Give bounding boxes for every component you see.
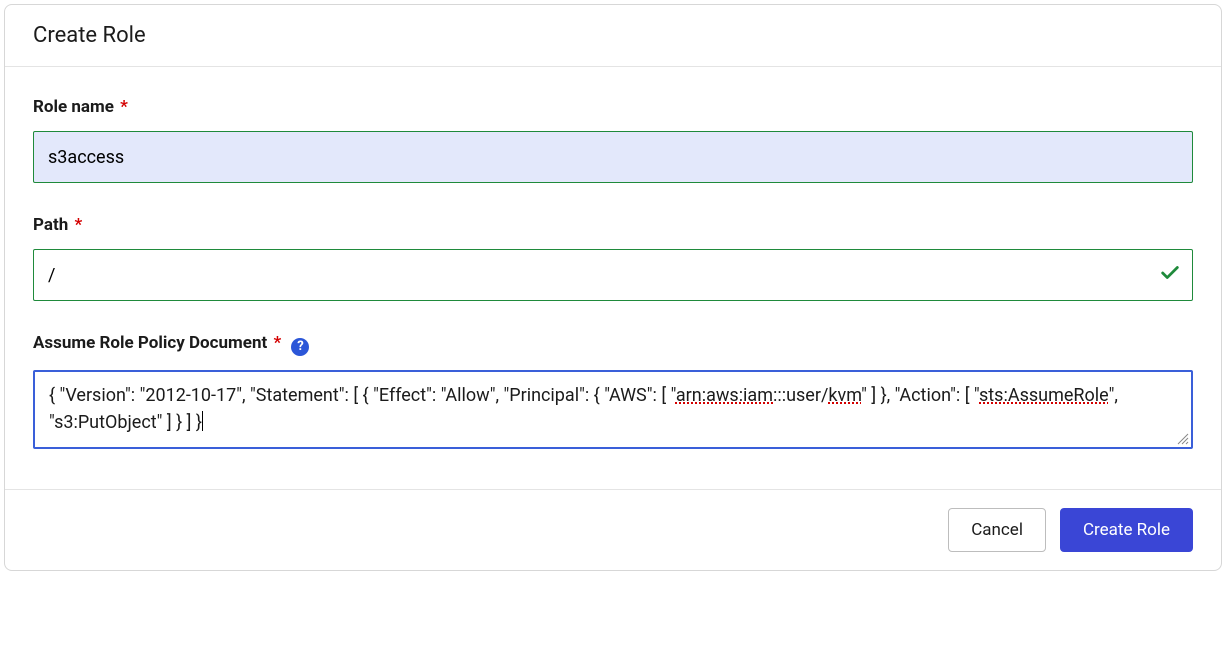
cancel-button[interactable]: Cancel — [948, 508, 1046, 552]
required-marker: * — [120, 97, 128, 117]
resize-grip-icon — [1177, 433, 1189, 445]
policy-text-seg: :::user/ — [773, 385, 828, 406]
path-label: Path * — [33, 215, 1193, 235]
role-name-label-text: Role name — [33, 97, 114, 117]
create-role-modal: Create Role Role name * Path * — [4, 4, 1222, 571]
modal-footer: Cancel Create Role — [5, 489, 1221, 570]
path-input[interactable] — [33, 249, 1193, 301]
policy-label: Assume Role Policy Document * ? — [33, 333, 1193, 356]
policy-document-textarea[interactable]: { "Version": "2012-10-17", "Statement": … — [33, 370, 1193, 450]
help-icon[interactable]: ? — [291, 338, 309, 356]
path-input-wrap — [33, 249, 1193, 301]
path-label-text: Path — [33, 215, 68, 235]
create-role-button[interactable]: Create Role — [1060, 508, 1193, 552]
policy-text-seg: { "Version": "2012-10-17", "Statement": … — [49, 385, 676, 406]
policy-text-misspell: arn:aws:iam — [676, 385, 773, 406]
path-group: Path * — [33, 215, 1193, 301]
modal-body: Role name * Path * Assume Role Policy Do… — [5, 67, 1221, 489]
modal-header: Create Role — [5, 5, 1221, 67]
checkmark-icon — [1159, 262, 1181, 288]
required-marker: * — [273, 333, 281, 353]
role-name-label: Role name * — [33, 97, 1193, 117]
role-name-group: Role name * — [33, 97, 1193, 183]
policy-group: Assume Role Policy Document * ? { "Versi… — [33, 333, 1193, 449]
role-name-input[interactable] — [33, 131, 1193, 183]
policy-label-text: Assume Role Policy Document — [33, 333, 267, 353]
policy-text-seg: " ] }, "Action": [ " — [861, 385, 979, 406]
policy-text-misspell: sts:AssumeRole — [979, 385, 1109, 406]
required-marker: * — [74, 215, 82, 235]
role-name-input-wrap — [33, 131, 1193, 183]
text-cursor — [202, 411, 203, 431]
policy-text-misspell: kvm — [828, 385, 861, 406]
modal-title: Create Role — [33, 23, 1193, 48]
